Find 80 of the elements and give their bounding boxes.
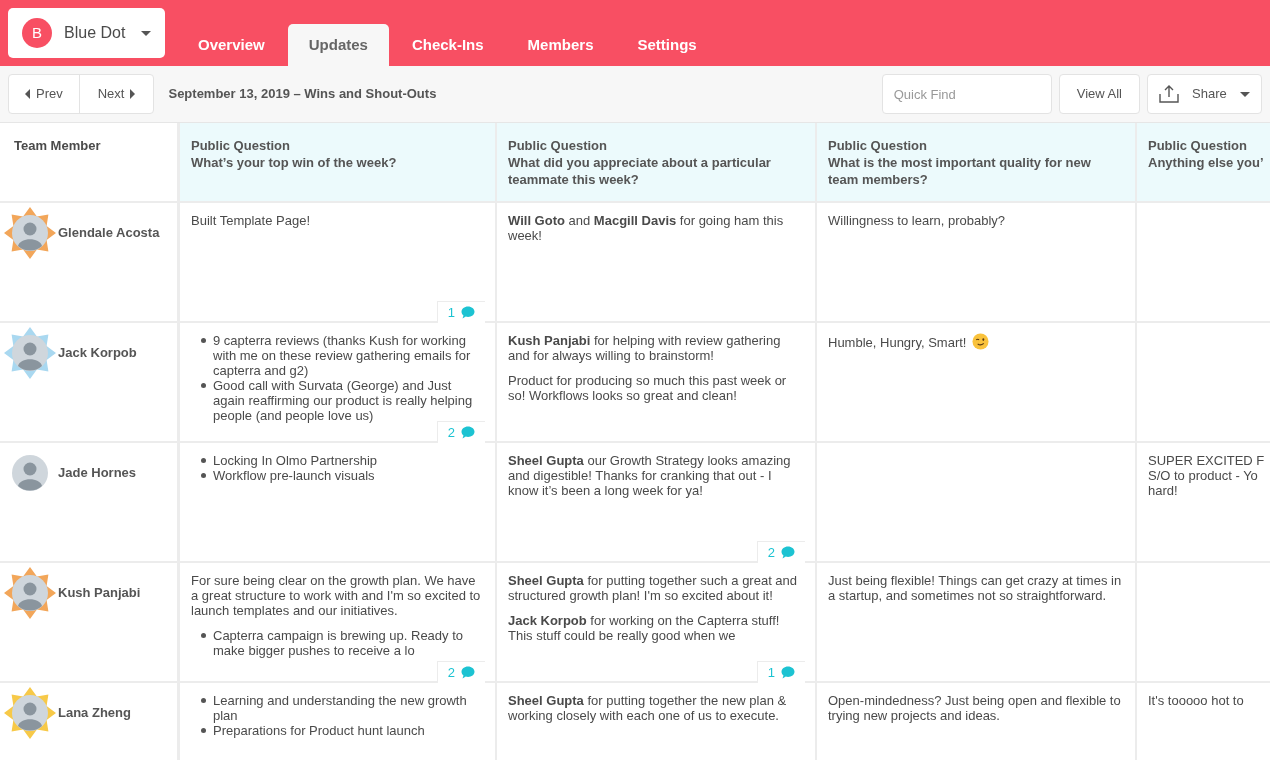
answer-text: Sheel Gupta our Growth Strategy looks amazing and digestible! Thanks for cranking that out - I know it’s been a long week for ya!: [508, 453, 791, 498]
answer-text: 9 capterra reviews (thanks Kush for working with me on these review gathering emails for capterra and g2): [213, 333, 471, 378]
answer-text: Open-mindedness? Just being open and flexible to trying new projects and ideas.: [828, 693, 1121, 723]
bullet-icon: [201, 698, 206, 703]
speech-bubble-icon: [461, 306, 475, 319]
member-name: Jade Hornes: [58, 464, 137, 481]
answer-text: Sheel Gupta for putting together the new plan & working closely with each one of us to execute.: [508, 693, 787, 723]
caret-icon: [141, 30, 151, 36]
comment-count-button[interactable]: 1: [436, 301, 485, 323]
answer-text: Product for producing so much this past week or so! Workflows looks so great and clean!: [508, 373, 787, 403]
quick-find-field[interactable]: Quick Find: [881, 74, 1052, 114]
comment-count-button[interactable]: 2: [436, 421, 485, 443]
comment-count-button[interactable]: 2: [756, 541, 805, 563]
column-header: Team Member: [0, 123, 180, 203]
nav-tab[interactable]: Overview: [177, 24, 286, 66]
avatar-icon: [12, 335, 48, 371]
speech-bubble-icon: [781, 546, 795, 559]
caret-left-icon: [25, 89, 30, 99]
workspace-name: Blue Dot: [64, 23, 126, 43]
nav-tab[interactable]: Settings: [616, 24, 718, 66]
share-button[interactable]: Share: [1147, 74, 1262, 114]
update-title: September 13, 2019 – Wins and Shout-Outs: [168, 85, 437, 104]
view-all-button[interactable]: View All: [1058, 74, 1140, 114]
bullet-icon: [201, 728, 206, 733]
answer-text: Built Template Page!: [191, 213, 310, 228]
nav-tab[interactable]: Updates: [287, 24, 389, 66]
avatar-icon: [12, 695, 48, 731]
member-name: Glendale Acosta: [58, 224, 160, 241]
answer-text: Just being flexible! Things can get crazy at times in a startup, and sometimes not so straightforward.: [828, 573, 1122, 603]
bullet-icon: [201, 633, 206, 638]
nav-tab[interactable]: Check-Ins: [390, 24, 505, 66]
answer-text: For sure being clear on the growth plan. We have a great structure to work with and I'm so excited to launch templates and our initiatives.: [191, 573, 481, 618]
answer-text: Jack Korpob for working on the Capterra stuff! This stuff could be really good when we: [508, 613, 780, 643]
member-name: Jack Korpob: [58, 344, 137, 361]
bullet-icon: [201, 338, 206, 343]
prev-button[interactable]: Prev: [9, 75, 80, 113]
answer-text: S/O to product - Yo: [1148, 468, 1259, 483]
nav-tab[interactable]: Members: [506, 24, 615, 66]
answer-text: Kush Panjabi for helping with review gathering and for always willing to brainstorm!: [508, 333, 781, 363]
workspace-avatar: B: [22, 18, 52, 48]
answer-text: SUPER EXCITED F: [1148, 453, 1265, 468]
avatar-icon: [12, 575, 48, 611]
column-label: Public Question: [1148, 137, 1248, 154]
answer-text: Capterra campaign is brewing up. Ready to make bigger pushes to receive a lo: [213, 628, 464, 658]
answer-text: Workflow pre-launch visuals: [213, 468, 375, 483]
column-question: What is the most important quality for new team members?: [828, 154, 1092, 188]
comment-count-button[interactable]: 2: [436, 661, 485, 683]
answer-text: hard!: [1148, 483, 1179, 498]
bullet-icon: [201, 458, 206, 463]
answer-text: Locking In Olmo Partnership: [213, 453, 378, 468]
speech-bubble-icon: [461, 666, 475, 679]
answer-text: Learning and understanding the new growth plan: [213, 693, 467, 723]
speech-bubble-icon: [461, 426, 475, 439]
column-question: Anything else you’: [1148, 154, 1264, 171]
bullet-icon: [201, 473, 206, 478]
answer-text: Good call with Survata (George) and Just again reaffirming our product is really helping people (and people love us): [213, 378, 473, 423]
share-icon: [1159, 85, 1179, 103]
column-label: Public Question: [191, 137, 291, 154]
caret-icon: [1240, 91, 1250, 97]
member-name: Kush Panjabi: [58, 584, 141, 601]
next-button[interactable]: Next: [79, 75, 154, 113]
caret-right-icon: [130, 89, 136, 99]
answer-text: Willingness to learn, probably?: [828, 213, 1006, 228]
member-name: Lana Zheng: [58, 704, 131, 721]
comment-count-button[interactable]: 1: [756, 661, 805, 683]
column-question: What did you appreciate about a particular teammate this week?: [508, 154, 772, 188]
answer-text: Humble, Hungry, Smart!: [828, 335, 967, 350]
column-question: What’s your top win of the week?: [191, 154, 398, 171]
answer-text: It's tooooo hot to: [1148, 693, 1245, 708]
answer-text: Preparations for Product hunt launch: [213, 723, 425, 738]
avatar-icon: [12, 215, 48, 251]
answer-text: Sheel Gupta for putting together such a great and structured growth plan! I'm so excited about it!: [508, 573, 798, 603]
bullet-icon: [201, 383, 206, 388]
column-label: Public Question: [508, 137, 608, 154]
wink-emoji-icon: [972, 333, 990, 350]
column-label: Public Question: [828, 137, 928, 154]
speech-bubble-icon: [781, 666, 795, 679]
answer-text: Will Goto and Macgill Davis for going ham this week!: [508, 213, 784, 243]
workspace-selector[interactable]: B Blue Dot: [8, 8, 165, 58]
avatar-icon: [12, 455, 48, 491]
